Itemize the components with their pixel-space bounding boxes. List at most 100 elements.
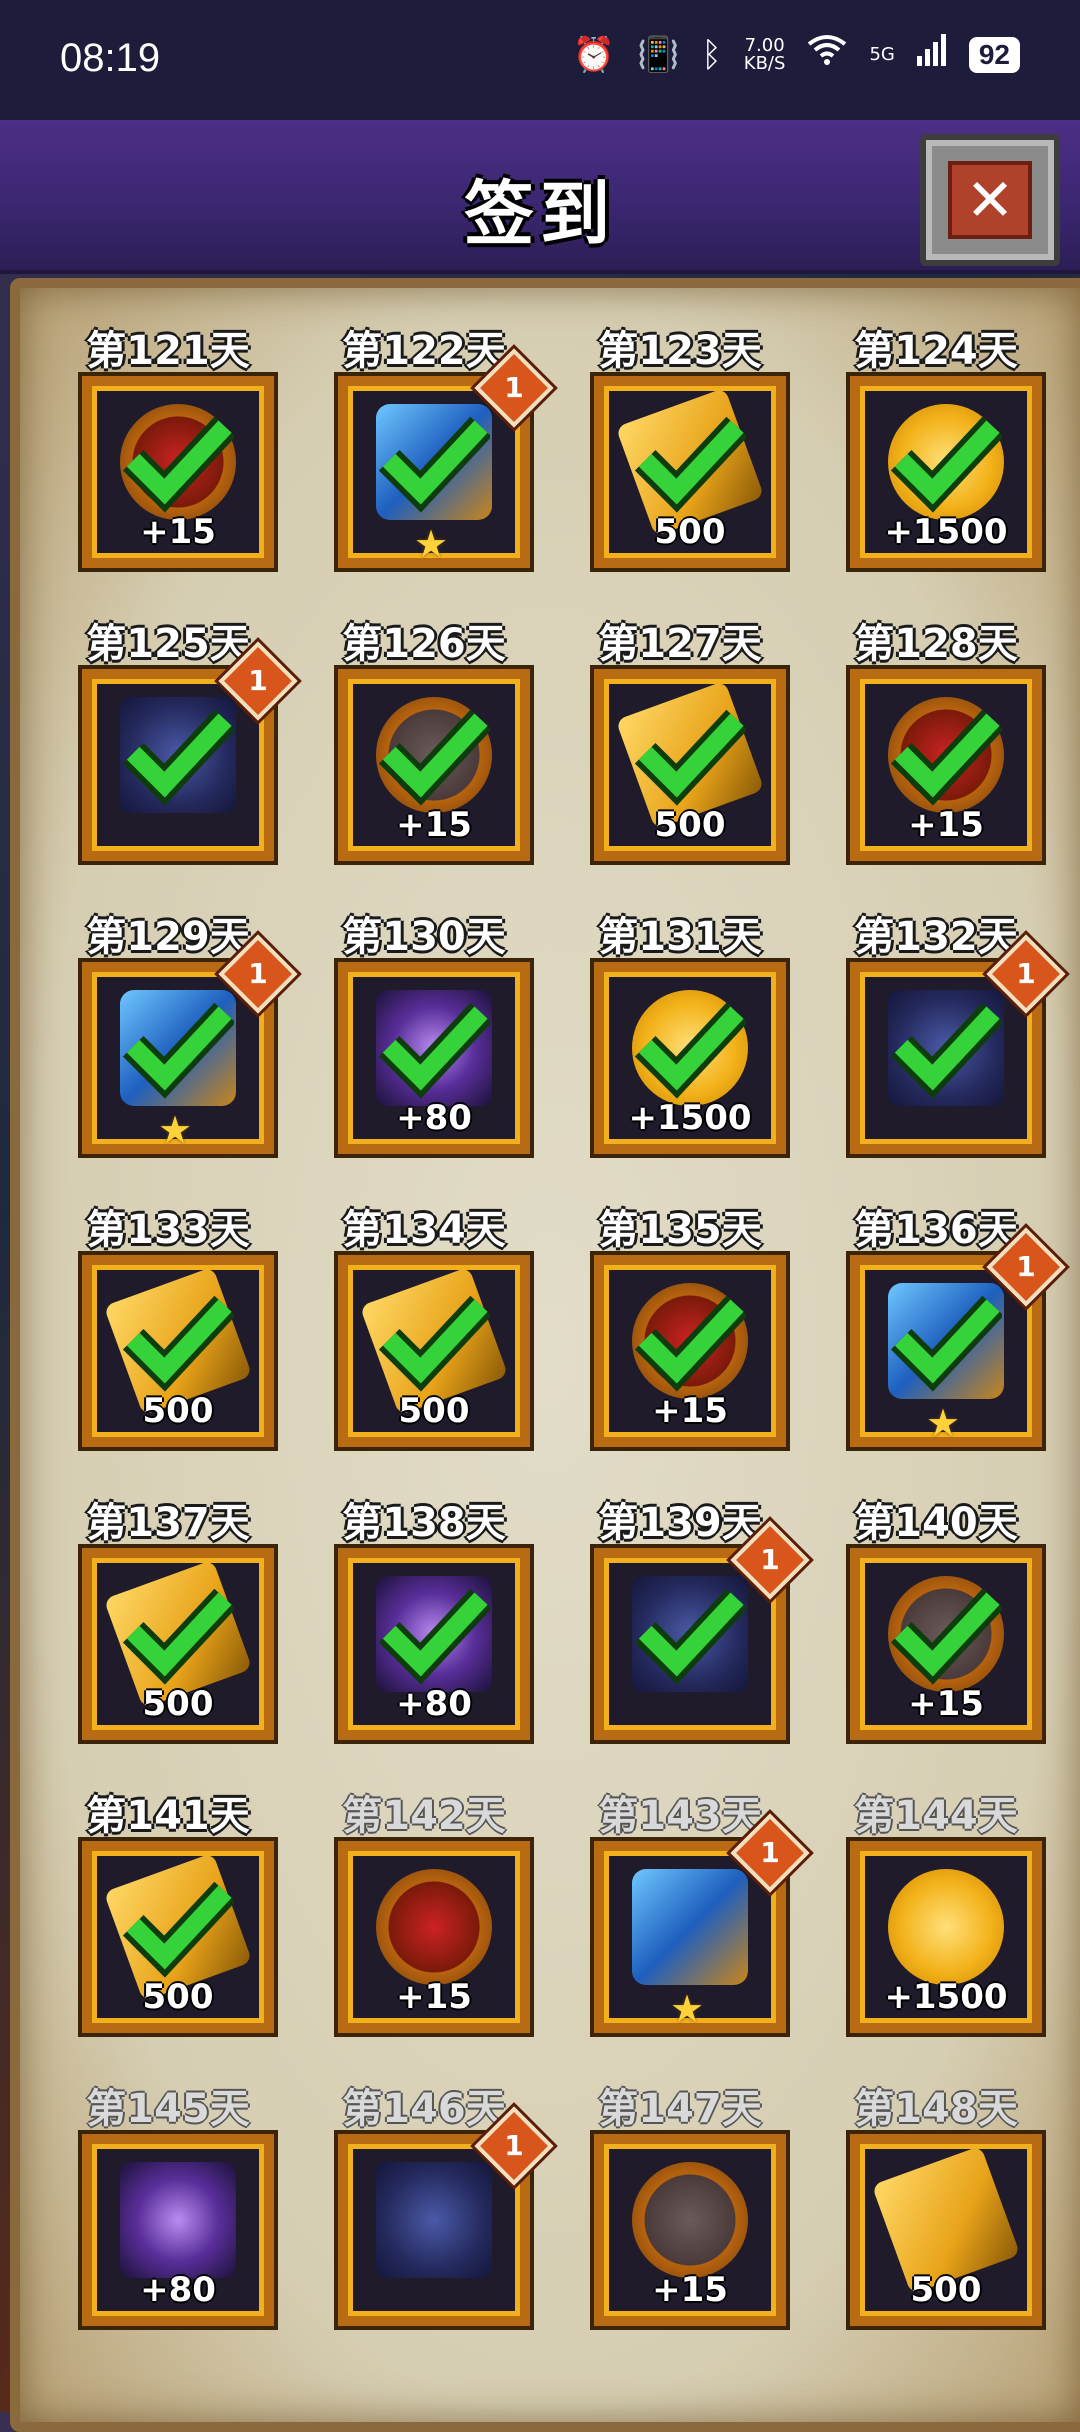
- checkin-day-cell[interactable]: 第122天 ★ 1: [314, 318, 554, 588]
- reward-slot[interactable]: 500: [82, 1841, 274, 2033]
- checkin-day-cell[interactable]: 第132天 1: [826, 904, 1066, 1174]
- day-label: 第121天: [86, 328, 250, 374]
- checkin-day-cell[interactable]: 第144天 +1500: [826, 1783, 1046, 2053]
- fist-reward-icon: [632, 1869, 748, 1985]
- reward-slot[interactable]: 500: [338, 1255, 530, 1447]
- checkin-day-cell[interactable]: 第138天 +80: [314, 1490, 534, 1760]
- day-label: 第135天: [598, 1207, 762, 1253]
- status-time: 08:19: [60, 36, 161, 80]
- badge-count: 1: [248, 957, 268, 990]
- reward-slot[interactable]: 1: [594, 1520, 810, 1740]
- checkin-day-cell[interactable]: 第125天 1: [58, 611, 298, 881]
- checkin-day-cell[interactable]: 第145天 +80: [58, 2076, 278, 2346]
- signal-icon: [916, 34, 947, 75]
- reward-slot[interactable]: 500: [850, 2134, 1042, 2326]
- checkin-day-cell[interactable]: 第141天 500: [58, 1783, 278, 2053]
- day-label: 第133天: [86, 1207, 250, 1253]
- reward-slot[interactable]: +1500: [850, 1841, 1042, 2033]
- reward-slot[interactable]: 1: [338, 2106, 554, 2326]
- checkin-day-cell[interactable]: 第127天 500: [570, 611, 790, 881]
- badge-count: 1: [760, 1543, 780, 1576]
- reward-slot[interactable]: ★ 1: [850, 1227, 1066, 1447]
- day-label: 第142天: [342, 1793, 506, 1839]
- checkin-day-cell[interactable]: 第139天 1: [570, 1490, 810, 1760]
- day-label: 第138天: [342, 1500, 506, 1546]
- reward-slot[interactable]: +15: [594, 2134, 786, 2326]
- day-label: 第127天: [598, 621, 762, 667]
- checkmark-icon: [890, 1002, 1002, 1099]
- coin-reward-icon: [888, 1869, 1004, 1985]
- reward-slot[interactable]: +15: [850, 669, 1042, 861]
- checkin-day-cell[interactable]: 第135天 +15: [570, 1197, 790, 1467]
- network-type: 5G: [869, 44, 895, 65]
- checkmark-icon: [634, 1588, 746, 1685]
- checkin-day-cell[interactable]: 第126天 +15: [314, 611, 534, 881]
- checkmark-icon: [378, 416, 490, 513]
- reward-slot[interactable]: +15: [338, 669, 530, 861]
- checkin-day-cell[interactable]: 第134天 500: [314, 1197, 534, 1467]
- reward-slot[interactable]: +80: [82, 2134, 274, 2326]
- checkin-day-cell[interactable]: 第142天 +15: [314, 1783, 534, 2053]
- checkin-day-cell[interactable]: 第123天 500: [570, 318, 790, 588]
- checkin-day-cell[interactable]: 第143天 ★ 1: [570, 1783, 810, 2053]
- demon-reward-icon: [376, 1869, 492, 1985]
- checkin-board: 第121天 +15 第122天 ★ 1 第123天 500 第124天 +1500 第125天 1 第…: [10, 278, 1080, 2432]
- reward-slot[interactable]: +1500: [594, 962, 786, 1154]
- checkin-day-cell[interactable]: 第121天 +15: [58, 318, 278, 588]
- checkin-day-cell[interactable]: 第129天 ★ 1: [58, 904, 298, 1174]
- checkin-day-cell[interactable]: 第137天 500: [58, 1490, 278, 1760]
- reward-amount: 500: [142, 1391, 214, 1431]
- reward-amount: 500: [654, 805, 726, 845]
- reward-amount: 500: [910, 2270, 982, 2310]
- star-icon: ★: [926, 1401, 961, 1445]
- day-label: 第123天: [598, 328, 762, 374]
- reward-slot[interactable]: +15: [850, 1548, 1042, 1740]
- reward-slot[interactable]: 500: [594, 376, 786, 568]
- checkmark-icon: [378, 1002, 490, 1099]
- reward-amount: 500: [654, 512, 726, 552]
- reward-slot[interactable]: 500: [82, 1548, 274, 1740]
- reward-slot[interactable]: +15: [594, 1255, 786, 1447]
- badge-count: 1: [1016, 1250, 1036, 1283]
- close-button[interactable]: ✕: [920, 134, 1060, 266]
- reward-slot[interactable]: 1: [82, 641, 298, 861]
- reward-slot[interactable]: +1500: [850, 376, 1042, 568]
- reward-slot[interactable]: +80: [338, 962, 530, 1154]
- checkin-day-cell[interactable]: 第136天 ★ 1: [826, 1197, 1066, 1467]
- checkmark-icon: [122, 1002, 234, 1099]
- reward-slot[interactable]: 500: [82, 1255, 274, 1447]
- checkin-day-cell[interactable]: 第130天 +80: [314, 904, 534, 1174]
- checkmark-icon: [634, 1002, 746, 1099]
- checkin-day-cell[interactable]: 第140天 +15: [826, 1490, 1046, 1760]
- reward-slot[interactable]: 1: [850, 934, 1066, 1154]
- vibrate-icon: 📳: [637, 34, 680, 75]
- reward-amount: +80: [140, 2270, 216, 2310]
- day-label: 第141天: [86, 1793, 250, 1839]
- badge-count: 1: [504, 2129, 524, 2162]
- reward-amount: 500: [142, 1977, 214, 2017]
- reward-slot[interactable]: ★ 1: [338, 348, 554, 568]
- checkin-day-cell[interactable]: 第147天 +15: [570, 2076, 790, 2346]
- reward-slot[interactable]: +15: [338, 1841, 530, 2033]
- checkmark-icon: [634, 709, 746, 806]
- day-label: 第130天: [342, 914, 506, 960]
- checkin-day-cell[interactable]: 第148天 500: [826, 2076, 1046, 2346]
- checkmark-icon: [890, 709, 1002, 806]
- reward-slot[interactable]: 500: [594, 669, 786, 861]
- checkin-day-cell[interactable]: 第128天 +15: [826, 611, 1046, 881]
- checkmark-icon: [122, 1295, 234, 1392]
- page-title: 签到: [464, 173, 616, 255]
- checkin-day-cell[interactable]: 第124天 +1500: [826, 318, 1046, 588]
- reward-slot[interactable]: ★ 1: [594, 1813, 810, 2033]
- day-label: 第144天: [854, 1793, 1018, 1839]
- reward-slot[interactable]: +15: [82, 376, 274, 568]
- day-label: 第126天: [342, 621, 506, 667]
- checkin-day-cell[interactable]: 第146天 1: [314, 2076, 554, 2346]
- day-label: 第134天: [342, 1207, 506, 1253]
- reward-slot[interactable]: +80: [338, 1548, 530, 1740]
- checkin-day-cell[interactable]: 第131天 +1500: [570, 904, 790, 1174]
- battery-indicator: 92: [968, 36, 1020, 73]
- reward-amount: +1500: [628, 1098, 752, 1138]
- checkin-day-cell[interactable]: 第133天 500: [58, 1197, 278, 1467]
- reward-slot[interactable]: ★ 1: [82, 934, 298, 1154]
